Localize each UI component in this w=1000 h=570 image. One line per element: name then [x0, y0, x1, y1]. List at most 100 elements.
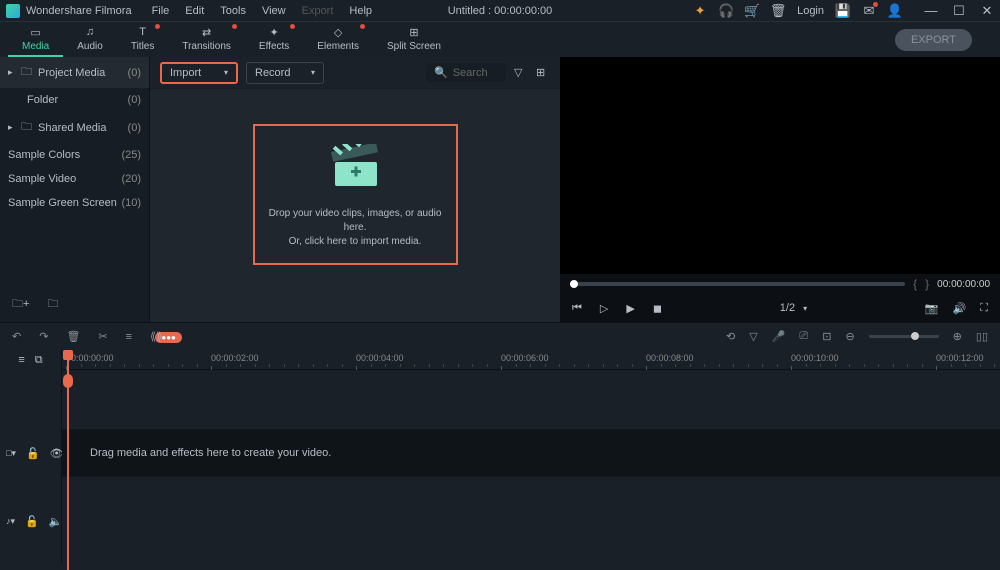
filter-icon[interactable]: ▽ — [514, 66, 528, 79]
render-icon[interactable]: ⟲ — [726, 330, 735, 343]
tab-elements[interactable]: ◇ Elements — [303, 22, 373, 57]
mute-icon[interactable]: 🔈 — [49, 515, 63, 528]
redo-button[interactable]: ↷ — [39, 330, 48, 343]
timeline-menu-icon[interactable]: ≡ — [18, 354, 24, 366]
search-input[interactable]: 🔍 Search — [426, 63, 506, 82]
split-button[interactable]: ✂ — [98, 330, 107, 343]
user-icon[interactable]: 👤 — [888, 4, 902, 18]
clapboard-icon — [325, 144, 385, 188]
tab-media[interactable]: ▭Media — [8, 22, 63, 57]
sidebar-item-sample-green-screen[interactable]: Sample Green Screen(10) — [0, 191, 149, 215]
preview-timecode: 00:00:00:00 — [937, 279, 990, 290]
headset-icon[interactable]: 🎧 — [719, 4, 733, 18]
chevron-down-icon: ▾ — [224, 68, 228, 77]
title-bar: Wondershare Filmora FileEditToolsViewExp… — [0, 0, 1000, 22]
volume-icon[interactable]: 🔊 — [953, 302, 967, 315]
undo-button[interactable]: ↶ — [12, 330, 21, 343]
lock-icon[interactable]: 🔓 — [26, 447, 40, 460]
tab-label: Split Screen — [387, 41, 441, 52]
zoom-fit-icon[interactable]: ▯▯ — [976, 330, 988, 343]
preview-panel: { } 00:00:00:00 ⏮ ▷ ▶ ◼ 1/2 ▾ 📷 🔊 ⛶ — [560, 57, 1000, 322]
tab-icon: ♫ — [82, 25, 98, 39]
folder-icon[interactable]: 🗀 — [47, 295, 58, 314]
record-label: Record — [255, 67, 290, 79]
search-icon: 🔍 — [434, 66, 448, 79]
menu-tools[interactable]: Tools — [212, 5, 254, 17]
audio-track[interactable] — [62, 476, 1000, 522]
grid-view-icon[interactable]: ⊞ — [536, 66, 550, 79]
tab-label: Titles — [131, 41, 155, 52]
play-button[interactable]: ▷ — [600, 302, 608, 315]
zoom-slider[interactable] — [869, 335, 939, 338]
tab-effects[interactable]: ✦Effects — [245, 22, 303, 57]
dropzone-text-2: Or, click here to import media. — [265, 235, 446, 249]
zoom-out-icon[interactable]: ⊖ — [845, 330, 854, 343]
sidebar-label: Shared Media — [38, 122, 107, 134]
import-dropdown[interactable]: Import ▾ — [160, 62, 238, 84]
timeline-track[interactable] — [62, 370, 1000, 430]
menu-file[interactable]: File — [144, 5, 178, 17]
zoom-in-icon[interactable]: ⊕ — [953, 330, 962, 343]
mixer-icon[interactable]: ⎚ — [799, 330, 808, 343]
prev-frame-button[interactable]: ⏮ — [572, 302, 582, 315]
menu-help[interactable]: Help — [341, 5, 380, 17]
import-label: Import — [170, 67, 201, 79]
snap-icon[interactable]: ⊡ — [822, 330, 831, 343]
snapshot-icon[interactable]: 📷 — [925, 302, 939, 315]
voiceover-icon[interactable]: 🎤 — [772, 330, 786, 343]
app-logo — [6, 4, 20, 18]
close-button[interactable]: ✕ — [980, 4, 994, 18]
mark-in-icon[interactable]: { — [913, 277, 917, 291]
sidebar-item-sample-video[interactable]: Sample Video(20) — [0, 167, 149, 191]
lock-icon[interactable]: 🔓 — [25, 515, 39, 528]
trash-icon[interactable]: 🗑 — [771, 4, 785, 18]
edit-tool-icon[interactable]: ⟪⟫ — [150, 331, 162, 343]
chevron-down-icon: ▾ — [311, 68, 315, 77]
tab-icon: ▭ — [28, 25, 44, 39]
menu-view[interactable]: View — [254, 5, 294, 17]
sidebar-item-folder[interactable]: Folder(0) — [0, 88, 149, 112]
new-folder-icon[interactable]: 🗀+ — [12, 295, 29, 314]
preview-viewport[interactable] — [560, 57, 1000, 274]
login-button[interactable]: Login — [797, 5, 824, 17]
maximize-button[interactable]: ☐ — [952, 4, 966, 18]
tab-icon: ◇ — [330, 25, 346, 39]
playhead[interactable] — [67, 350, 69, 570]
audio-track-icon[interactable]: ♪▾ — [6, 516, 15, 527]
preview-quality[interactable]: 1/2 — [780, 302, 795, 314]
main-tabs: ▭Media♫AudioTTitles⇄Transitions✦Effects◇… — [0, 22, 1000, 57]
save-icon[interactable]: 💾 — [836, 4, 850, 18]
menu-edit[interactable]: Edit — [177, 5, 212, 17]
minimize-button[interactable]: — — [924, 4, 938, 18]
link-icon[interactable]: ⧉ — [35, 354, 43, 367]
play-forward-button[interactable]: ▶ — [626, 302, 634, 315]
tab-audio[interactable]: ♫Audio — [63, 22, 117, 57]
tab-label: Elements — [317, 41, 359, 52]
tab-split-screen[interactable]: ⊞Split Screen — [373, 22, 455, 57]
tab-label: Transitions — [182, 41, 231, 52]
tab-titles[interactable]: TTitles — [117, 22, 169, 57]
fullscreen-icon[interactable]: ⛶ — [980, 302, 988, 315]
app-name: Wondershare Filmora — [26, 5, 132, 17]
track-settings-icon[interactable]: □▾ — [6, 448, 16, 459]
premium-icon[interactable]: ✦ — [693, 4, 707, 18]
import-dropzone[interactable]: Drop your video clips, images, or audio … — [253, 124, 458, 265]
sidebar-item-project-media[interactable]: ▸🗀Project Media(0) — [0, 57, 149, 88]
sidebar-item-shared-media[interactable]: ▸🗀Shared Media(0) — [0, 112, 149, 143]
export-button[interactable]: EXPORT — [895, 29, 972, 51]
search-placeholder: Search — [453, 67, 488, 79]
mail-icon[interactable]: ✉ — [862, 4, 876, 18]
mark-out-icon[interactable]: } — [925, 277, 929, 291]
timeline-ruler[interactable]: 00:00:00:0000:00:02:0000:00:04:0000:00:0… — [62, 350, 1000, 370]
record-dropdown[interactable]: Record ▾ — [246, 62, 324, 84]
tab-transitions[interactable]: ⇄Transitions — [168, 22, 245, 57]
main-video-track[interactable]: Drag media and effects here to create yo… — [62, 430, 1000, 476]
preview-scrubber[interactable] — [570, 282, 905, 286]
marker-icon[interactable]: ▽ — [749, 330, 757, 343]
delete-button[interactable]: 🗑 — [66, 330, 80, 343]
chevron-down-icon[interactable]: ▾ — [803, 304, 807, 313]
sidebar-item-sample-colors[interactable]: Sample Colors(25) — [0, 143, 149, 167]
list-icon[interactable]: ≡ — [126, 331, 132, 343]
stop-button[interactable]: ◼ — [653, 302, 662, 315]
cart-icon[interactable]: 🛒 — [745, 4, 759, 18]
